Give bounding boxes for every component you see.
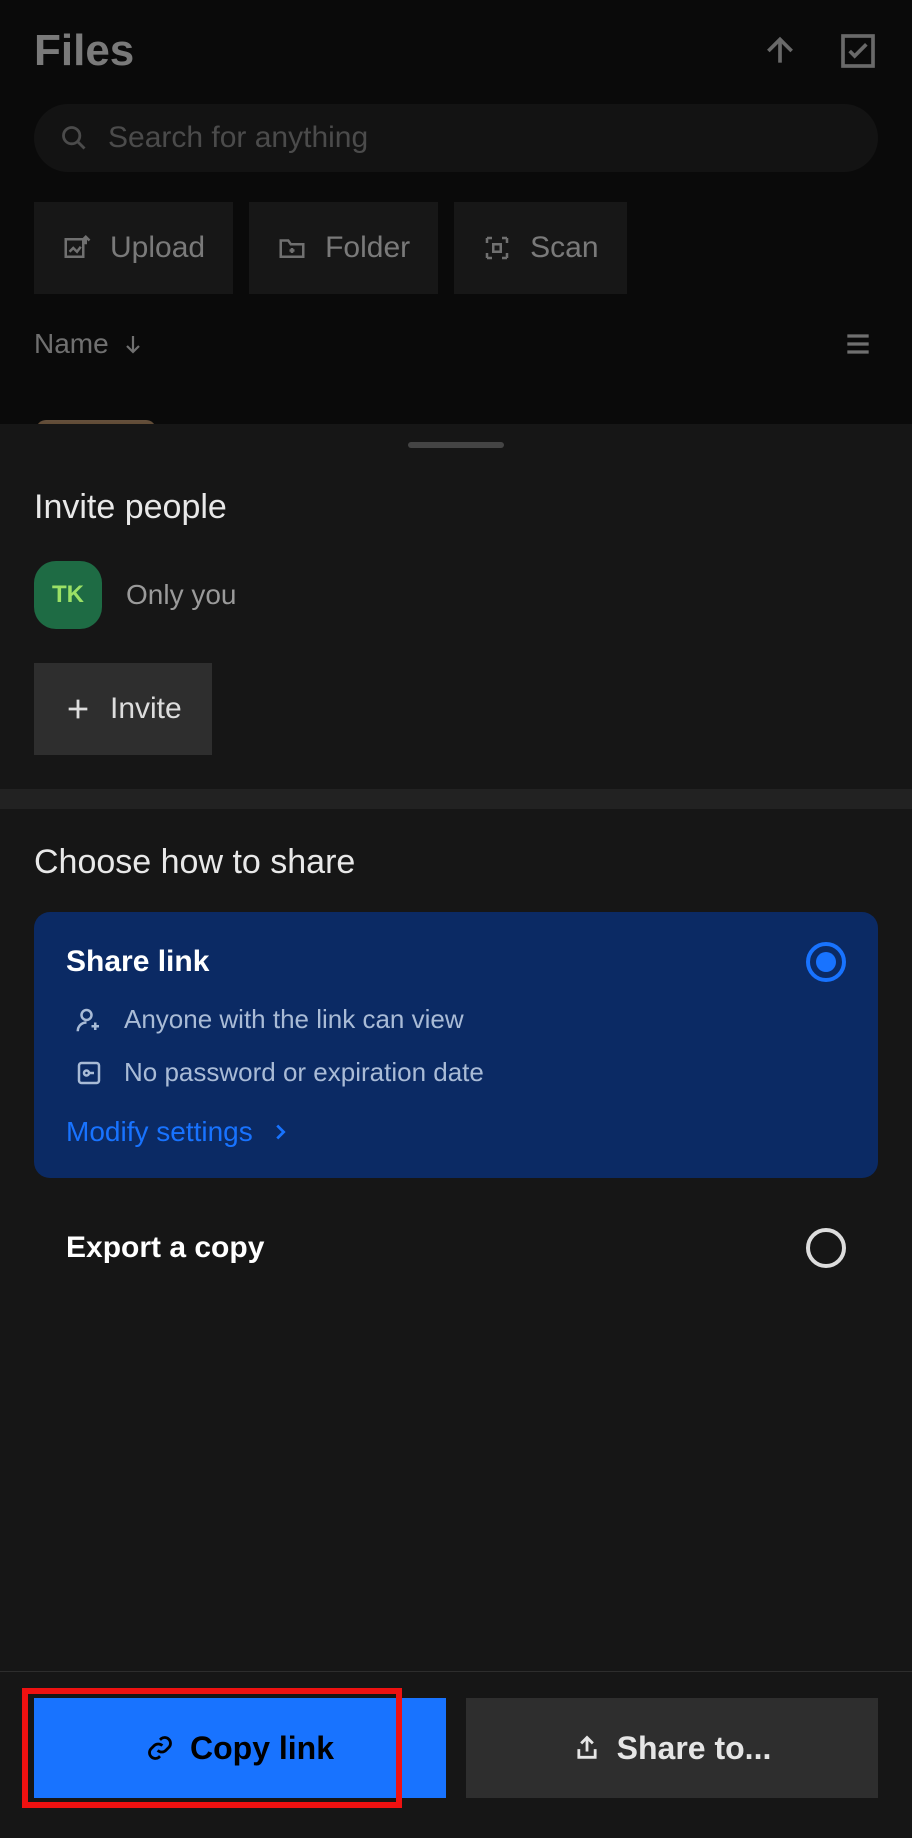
modify-settings-link[interactable]: Modify settings	[66, 1116, 846, 1148]
upload-arrow-icon[interactable]	[760, 31, 800, 71]
page-title: Files	[34, 26, 134, 76]
invite-button-label: Invite	[110, 692, 182, 726]
share-link-option[interactable]: Share link Anyone with the link can view…	[34, 912, 878, 1178]
image-upload-icon	[62, 233, 92, 263]
upload-chip-label: Upload	[110, 231, 205, 265]
share-link-label: Share link	[66, 945, 209, 979]
copy-link-label: Copy link	[190, 1730, 334, 1767]
visibility-text: Anyone with the link can view	[124, 1004, 464, 1035]
share-bottom-sheet: Invite people TK Only you Invite Choose …	[0, 424, 912, 1838]
share-link-security: No password or expiration date	[66, 1057, 846, 1088]
plus-icon	[64, 695, 92, 723]
sort-by-name[interactable]: Name	[34, 328, 145, 360]
chevron-right-icon	[269, 1121, 291, 1143]
scan-icon	[482, 233, 512, 263]
share-method-title: Choose how to share	[34, 843, 878, 882]
select-check-icon[interactable]	[838, 31, 878, 71]
radio-unselected[interactable]	[806, 1228, 846, 1268]
only-you-text: Only you	[126, 579, 237, 611]
list-header: Name	[34, 324, 878, 364]
search-field[interactable]	[34, 104, 878, 172]
person-add-icon	[74, 1005, 104, 1035]
share-icon	[573, 1734, 601, 1762]
header-action-icons	[760, 31, 878, 71]
quick-actions: Upload Folder Scan	[34, 202, 878, 294]
sort-label: Name	[34, 328, 109, 360]
avatar-initials: TK	[52, 581, 84, 609]
share-link-visibility: Anyone with the link can view	[66, 1004, 846, 1035]
scan-chip-label: Scan	[530, 231, 598, 265]
copy-link-button[interactable]: Copy link	[34, 1698, 446, 1798]
current-user-row: TK Only you	[34, 561, 878, 629]
header: Files	[0, 0, 912, 86]
bottom-action-bar: Copy link Share to...	[0, 1671, 912, 1838]
link-icon	[146, 1734, 174, 1762]
avatar: TK	[34, 561, 102, 629]
modify-settings-label: Modify settings	[66, 1116, 253, 1148]
folder-chip[interactable]: Folder	[249, 202, 438, 294]
search-input[interactable]	[108, 121, 852, 155]
scan-chip[interactable]: Scan	[454, 202, 626, 294]
invite-people-title: Invite people	[34, 488, 878, 527]
export-copy-label: Export a copy	[66, 1231, 264, 1265]
security-text: No password or expiration date	[124, 1057, 484, 1088]
section-divider	[0, 789, 912, 809]
invite-section: Invite people TK Only you Invite	[0, 448, 912, 755]
search-icon	[60, 124, 88, 152]
folder-plus-icon	[277, 233, 307, 263]
view-options-icon[interactable]	[838, 324, 878, 364]
export-copy-option[interactable]: Export a copy	[34, 1198, 878, 1298]
folder-chip-label: Folder	[325, 231, 410, 265]
share-method-section: Choose how to share Share link Anyone wi…	[0, 809, 912, 1298]
invite-button[interactable]: Invite	[34, 663, 212, 755]
share-to-button[interactable]: Share to...	[466, 1698, 878, 1798]
upload-chip[interactable]: Upload	[34, 202, 233, 294]
arrow-down-icon	[121, 332, 145, 356]
safe-icon	[74, 1058, 104, 1088]
share-link-header: Share link	[66, 942, 846, 982]
share-to-label: Share to...	[617, 1730, 772, 1767]
radio-selected[interactable]	[806, 942, 846, 982]
